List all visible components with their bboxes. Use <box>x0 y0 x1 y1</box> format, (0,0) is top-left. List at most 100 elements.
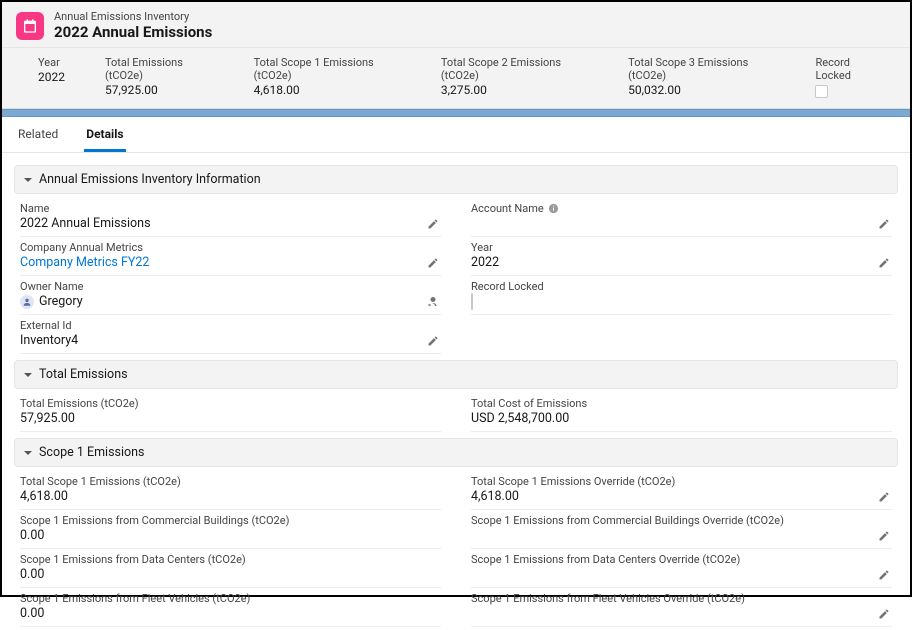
highlight-label: Record Locked <box>815 56 882 82</box>
pencil-icon[interactable] <box>878 530 890 542</box>
tab-bar: Related Details <box>2 117 910 153</box>
field-value <box>471 606 892 621</box>
field-name: Name 2022 Annual Emissions <box>20 198 441 237</box>
pencil-icon[interactable] <box>878 257 890 269</box>
field-value: 0.00 <box>20 528 441 543</box>
field-label: Total Cost of Emissions <box>471 397 892 410</box>
owner-link[interactable]: Gregory <box>39 294 83 309</box>
tab-related[interactable]: Related <box>16 117 60 152</box>
pencil-icon[interactable] <box>427 335 439 347</box>
field-label: Total Emissions (tCO2e) <box>20 397 441 410</box>
tab-details[interactable]: Details <box>84 117 125 152</box>
field-company-metrics: Company Annual Metrics Company Metrics F… <box>20 237 441 276</box>
section-title: Total Emissions <box>39 367 128 382</box>
record-type-icon <box>16 12 44 40</box>
pencil-icon[interactable] <box>427 257 439 269</box>
field-label: Scope 1 Emissions from Commercial Buildi… <box>471 514 892 527</box>
field-value <box>471 528 892 543</box>
section-toggle-total[interactable]: Total Emissions <box>14 360 898 389</box>
chevron-down-icon <box>23 370 33 380</box>
field-record-locked: Record Locked <box>471 276 892 315</box>
record-type-label: Annual Emissions Inventory <box>54 10 212 23</box>
details-panel: Annual Emissions Inventory Information N… <box>2 153 910 630</box>
highlight-year: Year 2022 <box>38 56 65 98</box>
info-icon[interactable] <box>548 203 559 214</box>
field-owner: Owner Name Gregory <box>20 276 441 315</box>
field-label: Owner Name <box>20 280 441 293</box>
field-s1-dc-override: Scope 1 Emissions from Data Centers Over… <box>471 549 892 588</box>
highlight-value: 3,275.00 <box>441 83 588 97</box>
decorative-strip <box>2 109 910 117</box>
field-total-cost: Total Cost of Emissions USD 2,548,700.00 <box>471 393 892 432</box>
header-titles: Annual Emissions Inventory 2022 Annual E… <box>54 10 212 41</box>
field-total-emissions: Total Emissions (tCO2e) 57,925.00 <box>20 393 441 432</box>
highlight-scope2: Total Scope 2 Emissions (tCO2e) 3,275.00 <box>441 56 588 98</box>
record-locked-checkbox <box>815 85 828 98</box>
field-label: Scope 1 Emissions from Commercial Buildi… <box>20 514 441 527</box>
highlight-value: 57,925.00 <box>105 83 214 97</box>
pencil-icon[interactable] <box>427 218 439 230</box>
field-external-id: External Id Inventory4 <box>20 315 441 354</box>
field-value: 0.00 <box>20 567 441 582</box>
field-value: 0.00 <box>20 606 441 621</box>
pencil-icon[interactable] <box>878 491 890 503</box>
highlight-total: Total Emissions (tCO2e) 57,925.00 <box>105 56 214 98</box>
section-toggle-info[interactable]: Annual Emissions Inventory Information <box>14 165 898 194</box>
change-owner-icon[interactable] <box>427 296 439 308</box>
field-label: Scope 1 Emissions from Data Centers (tCO… <box>20 553 441 566</box>
field-value <box>471 216 892 231</box>
record-locked-checkbox <box>471 293 473 310</box>
company-metrics-link[interactable]: Company Metrics FY22 <box>20 255 441 270</box>
pencil-icon[interactable] <box>878 569 890 581</box>
field-year: Year 2022 <box>471 237 892 276</box>
highlight-label: Total Scope 2 Emissions (tCO2e) <box>441 56 588 82</box>
chevron-down-icon <box>23 175 33 185</box>
field-label: Total Scope 1 Emissions Override (tCO2e) <box>471 475 892 488</box>
field-s1-total-override: Total Scope 1 Emissions Override (tCO2e)… <box>471 471 892 510</box>
page-title: 2022 Annual Emissions <box>54 23 212 41</box>
field-s1-fleet-vehicles: Scope 1 Emissions from Fleet Vehicles (t… <box>20 588 441 627</box>
highlight-scope3: Total Scope 3 Emissions (tCO2e) 50,032.0… <box>628 56 775 98</box>
highlight-label: Total Emissions (tCO2e) <box>105 56 214 82</box>
field-s1-commercial-buildings: Scope 1 Emissions from Commercial Buildi… <box>20 510 441 549</box>
pencil-icon[interactable] <box>878 608 890 620</box>
field-label: Account Name <box>471 202 544 215</box>
section-title: Scope 1 Emissions <box>39 445 145 460</box>
field-s1-data-centers: Scope 1 Emissions from Data Centers (tCO… <box>20 549 441 588</box>
highlight-value: 50,032.00 <box>628 83 775 97</box>
highlight-scope1: Total Scope 1 Emissions (tCO2e) 4,618.00 <box>254 56 401 98</box>
highlights-panel: Year 2022 Total Emissions (tCO2e) 57,925… <box>2 48 910 109</box>
field-value: USD 2,548,700.00 <box>471 411 892 426</box>
field-value: 4,618.00 <box>20 489 441 504</box>
highlight-record-locked: Record Locked <box>815 56 882 98</box>
field-s1-cb-override: Scope 1 Emissions from Commercial Buildi… <box>471 510 892 549</box>
highlight-label: Year <box>38 56 65 69</box>
field-value: 2022 Annual Emissions <box>20 216 441 231</box>
field-label: Total Scope 1 Emissions (tCO2e) <box>20 475 441 488</box>
field-label: External Id <box>20 319 441 332</box>
field-label: Scope 1 Emissions from Data Centers Over… <box>471 553 892 566</box>
field-account-name: Account Name <box>471 198 892 237</box>
field-value: 4,618.00 <box>471 489 892 504</box>
field-value: 57,925.00 <box>20 411 441 426</box>
field-s1-fv-override: Scope 1 Emissions from Fleet Vehicles Ov… <box>471 588 892 627</box>
field-value: Inventory4 <box>20 333 441 348</box>
section-toggle-scope1[interactable]: Scope 1 Emissions <box>14 438 898 467</box>
highlight-value: 4,618.00 <box>254 83 401 97</box>
field-s1-total: Total Scope 1 Emissions (tCO2e) 4,618.00 <box>20 471 441 510</box>
chevron-down-icon <box>23 448 33 458</box>
field-value <box>471 567 892 582</box>
highlight-label: Total Scope 3 Emissions (tCO2e) <box>628 56 775 82</box>
highlight-label: Total Scope 1 Emissions (tCO2e) <box>254 56 401 82</box>
field-label: Record Locked <box>471 280 892 293</box>
field-label: Name <box>20 202 441 215</box>
highlight-value: 2022 <box>38 70 65 84</box>
field-label: Year <box>471 241 892 254</box>
field-label: Scope 1 Emissions from Fleet Vehicles Ov… <box>471 592 892 605</box>
pencil-icon[interactable] <box>878 218 890 230</box>
page-header: Annual Emissions Inventory 2022 Annual E… <box>2 2 910 48</box>
field-label: Scope 1 Emissions from Fleet Vehicles (t… <box>20 592 441 605</box>
section-title: Annual Emissions Inventory Information <box>39 172 261 187</box>
avatar-icon <box>20 295 34 309</box>
field-label: Company Annual Metrics <box>20 241 441 254</box>
